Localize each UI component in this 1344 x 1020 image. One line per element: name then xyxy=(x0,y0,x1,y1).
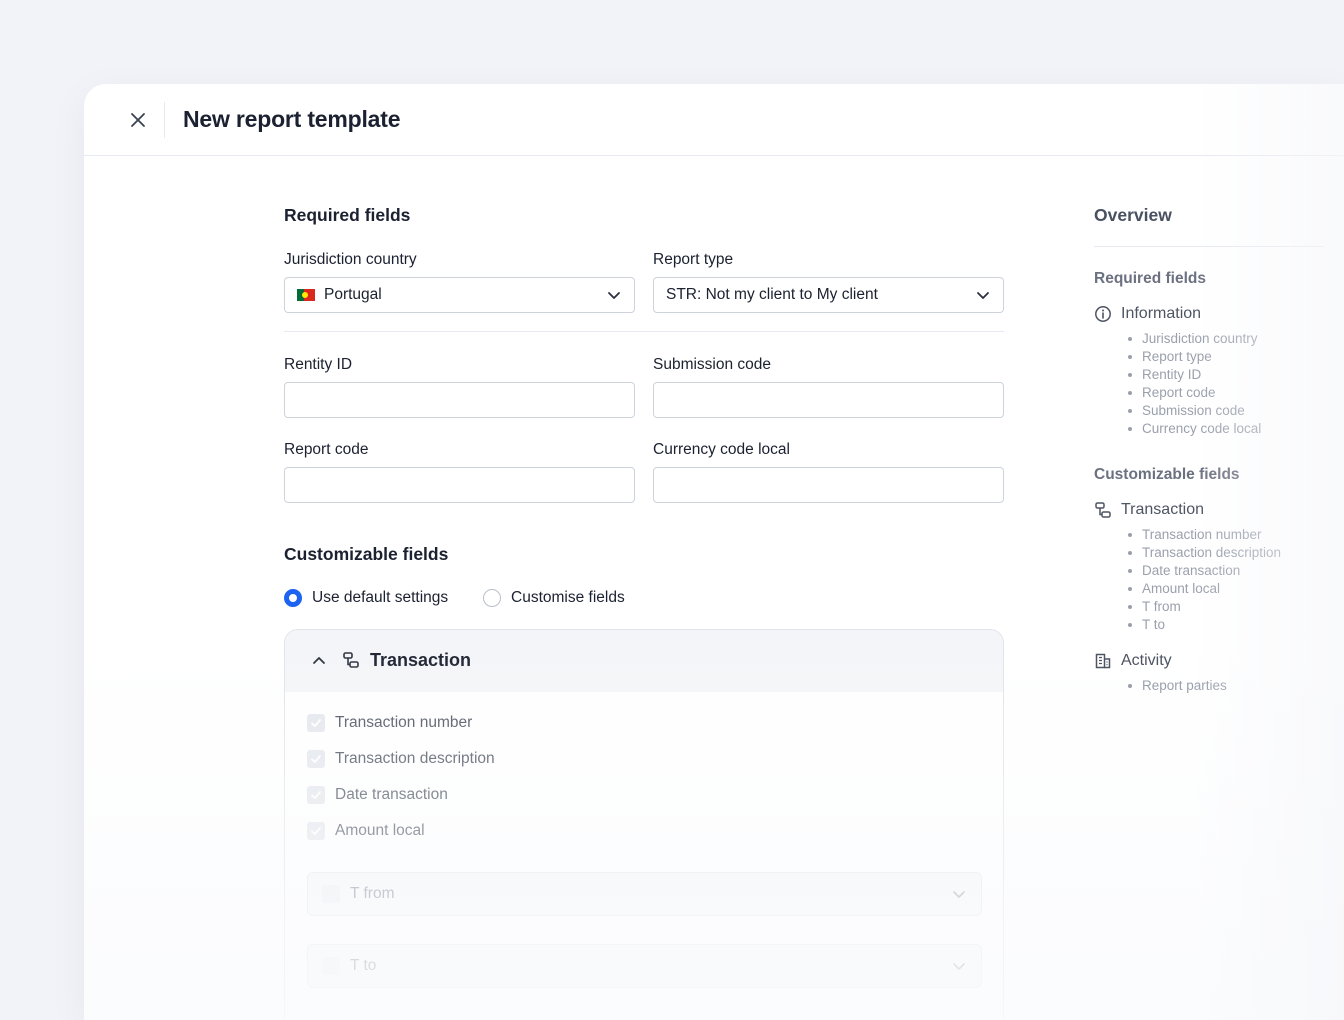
overview-activity-list: Report parties xyxy=(1128,677,1227,695)
checkbox-checked-icon xyxy=(322,885,340,903)
overview-item[interactable]: Transaction description xyxy=(1128,544,1281,562)
overview-item[interactable]: Amount local xyxy=(1128,580,1281,598)
check-transaction-description[interactable]: Transaction description xyxy=(307,750,495,768)
radio-use-default-settings[interactable]: Use default settings xyxy=(284,589,448,607)
section-divider xyxy=(284,331,1004,332)
overview-item[interactable]: Currency code local xyxy=(1128,420,1261,438)
overview-group-label: Activity xyxy=(1121,652,1172,669)
chevron-down-icon xyxy=(953,891,965,898)
report-type-value: STR: Not my client to My client xyxy=(666,286,878,303)
transaction-panel-title: Transaction xyxy=(370,650,472,670)
radio-label: Use default settings xyxy=(312,589,449,606)
page-title: New report template xyxy=(183,106,401,132)
checkbox-checked-icon xyxy=(307,822,325,840)
transaction-icon xyxy=(343,652,359,668)
header-divider xyxy=(164,102,165,138)
overview-group-activity[interactable]: Activity xyxy=(1094,652,1172,670)
t-from-label: T from xyxy=(350,885,395,902)
t-from-select[interactable]: T from xyxy=(307,872,982,916)
overview-item[interactable]: T from xyxy=(1128,598,1281,616)
transaction-icon xyxy=(1095,502,1111,518)
currency-code-local-label: Currency code local xyxy=(653,441,790,458)
overview-information-list: Jurisdiction country Report type Rentity… xyxy=(1128,330,1261,438)
customizable-fields-heading: Customizable fields xyxy=(284,544,449,564)
new-report-template-modal: New report template Required fields Juri… xyxy=(84,84,1344,1020)
jurisdiction-country-select[interactable]: Portugal xyxy=(284,277,635,313)
transaction-panel: Transaction Transaction number Transacti… xyxy=(284,629,1004,1020)
submission-code-label: Submission code xyxy=(653,356,772,373)
check-label: Amount local xyxy=(335,822,425,839)
chevron-down-icon xyxy=(953,963,965,970)
checkbox-checked-icon xyxy=(322,957,340,975)
overview-item[interactable]: Report type xyxy=(1128,348,1261,366)
report-code-field[interactable] xyxy=(284,467,635,503)
chevron-down-icon xyxy=(977,292,989,299)
jurisdiction-country-label: Jurisdiction country xyxy=(284,251,417,268)
transaction-panel-header[interactable]: Transaction xyxy=(285,630,1003,692)
overview-divider xyxy=(1094,246,1324,247)
overview-item[interactable]: Transaction number xyxy=(1128,526,1281,544)
overview-item[interactable]: Submission code xyxy=(1128,402,1261,420)
checkbox-checked-icon xyxy=(307,750,325,768)
checkbox-checked-icon xyxy=(307,714,325,732)
overview-item[interactable]: Jurisdiction country xyxy=(1128,330,1261,348)
jurisdiction-country-value: Portugal xyxy=(324,286,382,303)
chevron-up-icon xyxy=(313,657,325,664)
check-label: Date transaction xyxy=(335,786,448,803)
radio-label: Customise fields xyxy=(511,589,625,606)
portugal-flag-icon xyxy=(297,289,315,301)
required-fields-heading: Required fields xyxy=(284,205,411,225)
info-icon xyxy=(1095,306,1111,322)
report-code-label: Report code xyxy=(284,441,369,458)
overview-item[interactable]: Date transaction xyxy=(1128,562,1281,580)
submission-code-field[interactable] xyxy=(653,382,1004,418)
close-icon xyxy=(131,113,145,127)
checkbox-checked-icon xyxy=(307,786,325,804)
overview-customizable-heading: Customizable fields xyxy=(1094,466,1240,483)
building-icon xyxy=(1095,653,1111,669)
report-type-select[interactable]: STR: Not my client to My client xyxy=(653,277,1004,313)
overview-heading: Overview xyxy=(1094,205,1172,225)
radio-selected-icon xyxy=(284,589,302,607)
t-to-select[interactable]: T to xyxy=(307,944,982,988)
chevron-down-icon xyxy=(608,292,620,299)
currency-code-local-field[interactable] xyxy=(653,467,1004,503)
t-to-label: T to xyxy=(350,957,377,974)
rentity-id-field[interactable] xyxy=(284,382,635,418)
rentity-id-label: Rentity ID xyxy=(284,356,353,373)
close-button[interactable] xyxy=(124,106,152,134)
overview-group-label: Information xyxy=(1121,305,1202,322)
check-transaction-number[interactable]: Transaction number xyxy=(307,714,472,732)
overview-item[interactable]: Report code xyxy=(1128,384,1261,402)
overview-item[interactable]: Report parties xyxy=(1128,677,1227,695)
check-date-transaction[interactable]: Date transaction xyxy=(307,786,448,804)
radio-customise-fields[interactable]: Customise fields xyxy=(483,589,625,607)
overview-item[interactable]: T to xyxy=(1128,616,1281,634)
overview-group-label: Transaction xyxy=(1121,501,1204,518)
check-amount-local[interactable]: Amount local xyxy=(307,822,425,840)
overview-group-transaction[interactable]: Transaction xyxy=(1094,501,1204,519)
check-label: Transaction description xyxy=(335,750,495,767)
report-type-label: Report type xyxy=(653,251,734,268)
overview-group-information[interactable]: Information xyxy=(1094,305,1201,323)
overview-item[interactable]: Rentity ID xyxy=(1128,366,1261,384)
overview-required-heading: Required fields xyxy=(1094,270,1206,287)
modal-header: New report template xyxy=(84,84,1344,156)
radio-unselected-icon xyxy=(483,589,501,607)
overview-transaction-list: Transaction number Transaction descripti… xyxy=(1128,526,1281,634)
check-label: Transaction number xyxy=(335,714,473,731)
